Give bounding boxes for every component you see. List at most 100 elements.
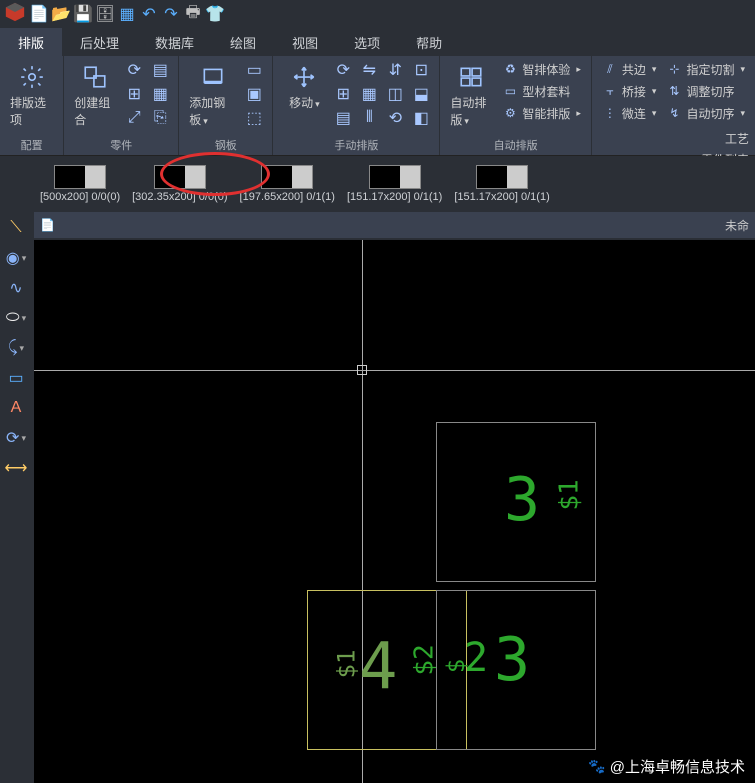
thumb-5-label: [151.17x200] 0/1(1) — [454, 191, 549, 203]
canvas[interactable]: 📄 未命 3 $1 4 $1 $2 2 $ 3 🐾 @上海卓畅信息技术 — [34, 240, 755, 783]
shape-2b-side: $ — [442, 659, 470, 673]
copy-icon[interactable]: ⎘ — [149, 107, 171, 129]
auto-nest-label: 自动排版▾ — [450, 94, 492, 128]
mirror-v-icon[interactable]: ⇵ — [384, 59, 406, 81]
tab-draw[interactable]: 绘图 — [212, 28, 274, 57]
extra1-icon[interactable]: ⊡ — [410, 59, 432, 81]
arc-tool-icon[interactable]: ⤹▾ — [2, 336, 30, 360]
qat-print-icon[interactable]: 🖶 — [184, 5, 202, 23]
qat-open-icon[interactable]: 📂 — [52, 5, 70, 23]
smart-nest-exp-button[interactable]: ♻智排体验▸ — [498, 58, 585, 80]
app-logo-icon — [4, 1, 26, 28]
recycle-icon: ♻ — [502, 61, 518, 77]
qat-undo-icon[interactable]: ↶ — [140, 5, 158, 23]
menu-bar: 排版 后处理 数据库 绘图 视图 选项 帮助 — [0, 28, 755, 56]
steel-small3-icon[interactable]: ⬚ — [243, 107, 265, 129]
side-toolbar: ⟍ ◉▾ ∿ ⬭▾ ⤹▾ ▭ A ⟳▾ ⟷ — [0, 212, 32, 484]
frame-icon[interactable]: ◫ — [384, 83, 406, 105]
list-icon[interactable]: ▤ — [149, 59, 171, 81]
array-icon[interactable]: ⊞ — [332, 83, 354, 105]
thumb-2-label: [302.35x200] 0/0(0) — [132, 191, 227, 203]
shape-3-bottom: 3 — [494, 625, 530, 695]
shape-3-top: 3 — [504, 465, 540, 535]
thumb-3-label: [197.65x200] 0/1(1) — [240, 191, 335, 203]
ribbon-group-config: 排版选项 配置 — [0, 56, 64, 155]
group-label-steel: 钢板 — [185, 135, 266, 155]
qat-saveall-icon[interactable]: 🗄 — [96, 5, 114, 23]
group-label-auto: 自动排版 — [446, 135, 585, 155]
auto-seq-button[interactable]: ↯自动切序▾ — [662, 102, 749, 124]
rotate2-icon[interactable]: ⟲ — [384, 107, 406, 129]
align-icon[interactable]: ▤ — [332, 107, 354, 129]
steel-small1-icon[interactable]: ▭ — [243, 59, 265, 81]
tab-options[interactable]: 选项 — [336, 28, 398, 57]
tab-layout[interactable]: 排版 — [0, 28, 62, 57]
mirror-h-icon[interactable]: ⇋ — [358, 59, 380, 81]
refresh-tool-icon[interactable]: ⟳▾ — [2, 426, 30, 450]
thumb-1[interactable]: [500x200] 0/0(0) — [40, 165, 120, 203]
layout-options-button[interactable]: 排版选项 — [6, 58, 57, 132]
qat-grid-icon[interactable]: ▦ — [118, 5, 136, 23]
doc-title: 未命 — [725, 217, 749, 234]
grid-icon[interactable]: ▦ — [149, 83, 171, 105]
thumb-2[interactable]: [302.35x200] 0/0(0) — [132, 165, 227, 203]
create-combo-button[interactable]: 创建组合 — [70, 58, 120, 132]
tab-view[interactable]: 视图 — [274, 28, 336, 57]
shape-1-top-side: $1 — [555, 479, 585, 510]
rotate-icon[interactable]: ⟳ — [123, 59, 145, 81]
cursor-box — [357, 365, 367, 375]
wave-tool-icon[interactable]: ∿ — [2, 276, 30, 300]
microjoint-button[interactable]: ⋮微连▾ — [598, 102, 661, 124]
coedge-button[interactable]: ⫽共边▾ — [598, 58, 661, 80]
qat-new-icon[interactable]: 📄 — [30, 5, 48, 23]
crosshair-h — [34, 370, 755, 371]
shape-4: 4 — [359, 630, 398, 704]
extra3-icon[interactable]: ◧ — [410, 107, 432, 129]
expand-icon[interactable]: ⤢ — [123, 107, 145, 129]
text-tool-icon[interactable]: A — [2, 396, 30, 420]
ribbon-group-parts: 创建组合 ⟳ ⊞ ⤢ ▤ ▦ ⎘ 零件 — [64, 56, 179, 155]
rect-tool-icon[interactable]: ▭ — [2, 366, 30, 390]
microjoint-icon: ⋮ — [602, 105, 618, 121]
extra2-icon[interactable]: ⬓ — [410, 83, 432, 105]
distribute-icon[interactable]: ⫴ — [358, 107, 380, 129]
qat-redo-icon[interactable]: ↷ — [162, 5, 180, 23]
thumb-5[interactable]: [151.17x200] 0/1(1) — [454, 165, 549, 203]
steel-small2-icon[interactable]: ▣ — [243, 83, 265, 105]
tab-database[interactable]: 数据库 — [137, 28, 212, 57]
adjust-seq-icon: ⇅ — [666, 83, 682, 99]
tab-help[interactable]: 帮助 — [398, 28, 460, 57]
add-steel-button[interactable]: 添加钢板▾ — [185, 58, 240, 132]
create-combo-label: 创建组合 — [74, 94, 116, 128]
measure-tool-icon[interactable]: ⟷ — [2, 456, 30, 480]
assign-cut-button[interactable]: ⊹指定切割▾ — [662, 58, 749, 80]
move-button[interactable]: 移动▾ — [279, 58, 329, 115]
layout-options-label: 排版选项 — [10, 94, 53, 128]
thumb-4-label: [151.17x200] 0/1(1) — [347, 191, 442, 203]
adjust-seq-button[interactable]: ⇅调整切序 — [662, 80, 749, 102]
ellipse-tool-icon[interactable]: ⬭▾ — [2, 306, 30, 330]
bridge-button[interactable]: ⫟桥接▾ — [598, 80, 661, 102]
coedge-icon: ⫽ — [602, 61, 618, 77]
line-tool-icon[interactable]: ⟍ — [2, 216, 30, 240]
auto-nest-button[interactable]: 自动排版▾ — [446, 58, 496, 132]
auto-nest-icon — [456, 62, 486, 92]
qat-save-icon[interactable]: 💾 — [74, 5, 92, 23]
thumb-4[interactable]: [151.17x200] 0/1(1) — [347, 165, 442, 203]
shape-1-bottom-side: $1 — [332, 650, 360, 679]
snap-icon[interactable]: ▦ — [358, 83, 380, 105]
profile-nest-button[interactable]: ▭型材套料 — [498, 80, 585, 102]
group-label-config: 配置 — [6, 135, 57, 155]
qat-tshirt-icon[interactable]: 👕 — [206, 5, 224, 23]
thumb-3[interactable]: [197.65x200] 0/1(1) — [240, 165, 335, 203]
smart-nest-button[interactable]: ⚙智能排版▸ — [498, 102, 585, 124]
circle-tool-icon[interactable]: ◉▾ — [2, 246, 30, 270]
doc-icon: 📄 — [40, 218, 55, 232]
title-bar: 📄 📂 💾 🗄 ▦ ↶ ↷ 🖶 👕 — [0, 0, 755, 28]
watermark-text: @上海卓畅信息技术 — [610, 756, 745, 777]
ribbon-group-steel: 添加钢板▾ ▭ ▣ ⬚ 钢板 — [179, 56, 273, 155]
tab-postprocess[interactable]: 后处理 — [62, 28, 137, 57]
ribbon: 排版选项 配置 创建组合 ⟳ ⊞ ⤢ ▤ ▦ ⎘ 零件 — [0, 56, 755, 156]
add-box-icon[interactable]: ⊞ — [123, 83, 145, 105]
rotate-cw-icon[interactable]: ⟳ — [332, 59, 354, 81]
